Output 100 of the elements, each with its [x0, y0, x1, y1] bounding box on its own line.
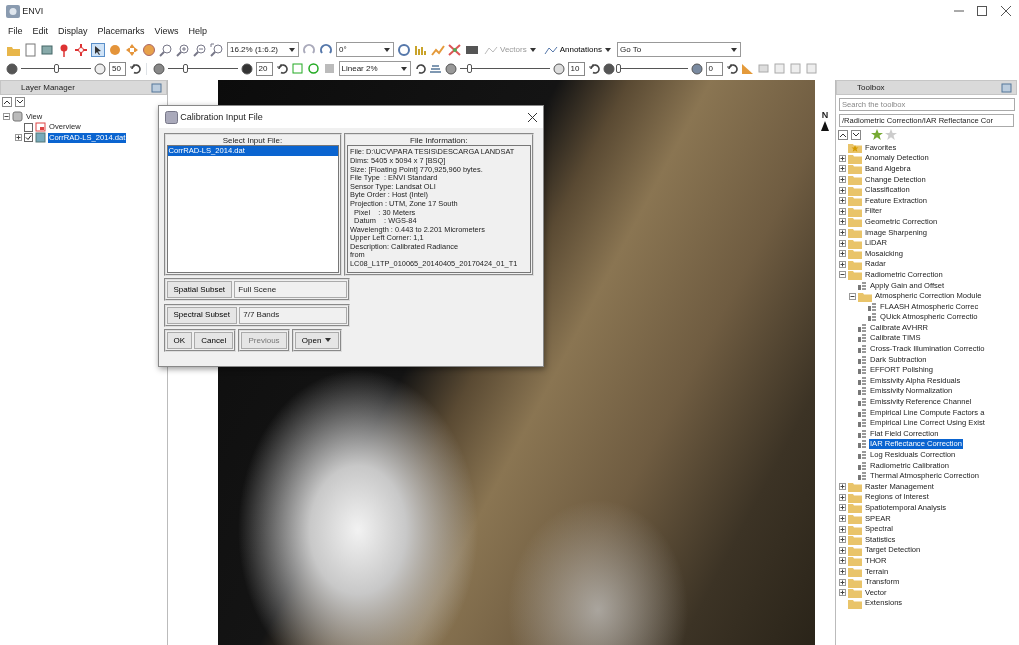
- dialog-button[interactable]: OK: [166, 331, 193, 349]
- checked-checkbox[interactable]: [24, 133, 33, 143]
- tool-icon: [858, 471, 867, 482]
- toolbar-menu-button[interactable]: Annotations: [541, 42, 614, 57]
- expand-icon[interactable]: [839, 176, 846, 184]
- close-icon[interactable]: [1000, 6, 1011, 16]
- folder-icon: [848, 491, 862, 503]
- chevron-down-icon: [16, 100, 23, 105]
- rotation-combo[interactable]: 0°: [336, 42, 394, 57]
- zoom-icon[interactable]: [159, 42, 173, 57]
- expand-icon[interactable]: [839, 165, 846, 173]
- crosshair-icon[interactable]: [74, 42, 88, 57]
- folder-icon: [848, 481, 862, 493]
- unchecked-checkbox[interactable]: [24, 122, 33, 132]
- brightness-high-icon: [94, 62, 106, 75]
- expand-icon[interactable]: [839, 568, 846, 576]
- folder-icon: [848, 163, 862, 175]
- menu-item[interactable]: Help: [188, 25, 207, 37]
- expand-icon[interactable]: [839, 239, 846, 247]
- zoom-out-icon[interactable]: [193, 42, 207, 57]
- stretch-combo[interactable]: Linear 2%: [338, 61, 411, 76]
- zoom-fit-icon[interactable]: [210, 42, 224, 57]
- slider-thumb[interactable]: [54, 64, 59, 73]
- menu-item[interactable]: File: [8, 25, 23, 37]
- overview-icon: [35, 121, 46, 133]
- collapse-all-button[interactable]: [838, 129, 849, 140]
- reset-icon[interactable]: [587, 62, 600, 75]
- reset-icon[interactable]: [129, 62, 141, 75]
- window-title: ENVI: [22, 5, 44, 17]
- value-field[interactable]: 50: [109, 61, 126, 76]
- expand-all-button[interactable]: [850, 129, 861, 140]
- expand-icon[interactable]: [839, 557, 846, 565]
- folder-icon: [848, 258, 862, 270]
- folder-icon: [848, 523, 862, 535]
- goto-combo[interactable]: Go To: [616, 42, 741, 57]
- expand-icon[interactable]: [839, 197, 846, 205]
- expand-icon[interactable]: [839, 186, 846, 194]
- tool-icon: [858, 450, 867, 460]
- folder-icon: [848, 544, 862, 556]
- folder-icon: [848, 534, 862, 546]
- dialog-button[interactable]: Cancel: [194, 331, 234, 349]
- subset-button[interactable]: Spectral Subset: [166, 306, 237, 324]
- expand-icon[interactable]: [839, 229, 846, 237]
- refresh-icon[interactable]: [413, 62, 426, 75]
- move-down-button[interactable]: [14, 97, 25, 108]
- reset-icon[interactable]: [725, 62, 738, 75]
- zoom-in-icon[interactable]: [176, 42, 190, 57]
- menu-item[interactable]: Display: [58, 25, 88, 37]
- reset-icon[interactable]: [275, 62, 288, 75]
- north-label: N: [821, 110, 829, 121]
- circle-icon[interactable]: [306, 62, 320, 75]
- expand-icon[interactable]: [839, 546, 846, 554]
- folder-icon: [848, 237, 862, 249]
- tool-icon: [868, 301, 877, 312]
- expand-icon[interactable]: [839, 525, 846, 533]
- subset-button[interactable]: Spatial Subset: [166, 281, 233, 299]
- dialog-icon: [165, 110, 178, 124]
- expand-icon[interactable]: [839, 207, 846, 215]
- brightness-low-icon: [6, 62, 18, 75]
- expand-icon[interactable]: [839, 154, 846, 162]
- slider-thumb[interactable]: [183, 64, 188, 73]
- collapse-icon[interactable]: [839, 271, 846, 279]
- collapse-icon[interactable]: [849, 292, 856, 300]
- value-field[interactable]: 10: [567, 61, 585, 76]
- menu-item[interactable]: Views: [154, 25, 179, 37]
- contrast-high-icon: [240, 62, 253, 75]
- zoom-combo[interactable]: 16.2% (1:6.2): [227, 42, 299, 57]
- menu-item[interactable]: Edit: [32, 25, 49, 37]
- menu-item[interactable]: Placemarks: [97, 25, 145, 37]
- star-folder-icon: [848, 142, 862, 154]
- folder-icon: [848, 205, 862, 217]
- value-field[interactable]: 20: [255, 61, 273, 76]
- expand-icon[interactable]: [839, 260, 846, 268]
- expand-icon[interactable]: [15, 134, 22, 142]
- north-arrow-icon: [821, 120, 829, 131]
- expand-icon[interactable]: [839, 493, 846, 501]
- close-icon[interactable]: [528, 112, 537, 122]
- folder-icon: [848, 513, 862, 525]
- expand-icon[interactable]: [839, 250, 846, 258]
- expand-icon[interactable]: [839, 536, 846, 544]
- collapse-icon[interactable]: [3, 113, 10, 121]
- folder-icon: [848, 152, 862, 164]
- open-menu-button[interactable]: Open: [294, 331, 340, 349]
- cursor-icon[interactable]: [91, 42, 105, 57]
- maximize-icon[interactable]: [977, 6, 988, 16]
- value-field[interactable]: 0: [705, 61, 723, 76]
- folder-icon: [848, 576, 862, 588]
- add-favorite-icon[interactable]: [870, 129, 883, 141]
- expand-icon[interactable]: [839, 589, 846, 597]
- globe-icon[interactable]: [142, 42, 156, 57]
- expand-icon[interactable]: [839, 483, 846, 491]
- view-icon: [12, 111, 23, 123]
- slider-thumb[interactable]: [466, 64, 472, 73]
- slider-thumb[interactable]: [615, 64, 621, 73]
- expand-icon[interactable]: [839, 218, 846, 226]
- move-up-button[interactable]: [2, 97, 13, 108]
- subset-field: Full Scene: [234, 281, 347, 299]
- expand-icon[interactable]: [839, 578, 846, 586]
- expand-icon[interactable]: [839, 504, 846, 512]
- expand-icon[interactable]: [839, 515, 846, 523]
